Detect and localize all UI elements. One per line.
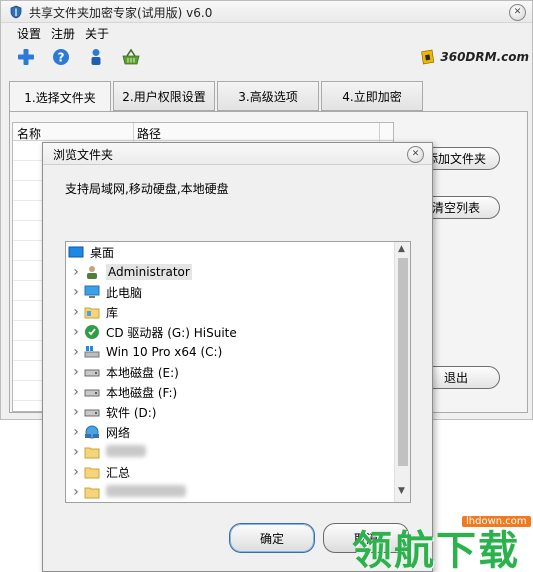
tree-item-label: Administrator [106,264,192,280]
col-separator [133,123,134,141]
library-icon [84,304,100,320]
tab-user-permissions[interactable]: 2.用户权限设置 [113,81,215,111]
chevron-right-icon[interactable]: › [70,424,82,440]
tree-item[interactable]: › Administrator [66,262,396,282]
ok-button[interactable]: 确定 [229,523,315,553]
tree-item-label: 软件 (D:) [106,405,157,420]
tree-item[interactable]: › CD 驱动器 (G:) HiSuite [66,322,396,342]
drive-icon [84,384,100,400]
col-separator [379,123,380,141]
folder-icon [84,444,100,460]
chevron-right-icon[interactable]: › [70,404,82,420]
close-icon: ✕ [513,7,522,17]
tree-item-label: Win 10 Pro x64 (C:) [106,345,223,359]
title-bar: 共享文件夹加密专家(试用版) v6.0 ✕ [1,1,532,23]
network-icon [84,424,100,440]
tree-item[interactable]: › 此电脑 [66,282,396,302]
user-folder-icon [84,264,100,280]
redacted-label [106,484,186,497]
redacted-label [106,444,146,457]
chevron-right-icon[interactable]: › [70,484,82,500]
tree-item[interactable]: › 本地磁盘 (F:) [66,382,396,402]
drive-icon [84,364,100,380]
basket-icon[interactable] [121,47,141,67]
folder-tree[interactable]: ▲ ▼ 桌面 › Administrator › 此电脑 › 库 › CD 驱动器 (G:) H… [65,241,411,503]
tree-item[interactable]: › Win 10 Pro x64 (C:) [66,342,396,362]
dialog-description: 支持局域网,移动硬盘,本地硬盘 [65,182,229,196]
tree-item[interactable]: › 网络 [66,422,396,442]
brand-logo: 360DRM.com [419,46,529,68]
shield-app-icon [10,5,22,19]
tree-root-item[interactable]: 桌面 [66,242,396,262]
tree-scrollbar[interactable]: ▲ ▼ [394,242,410,502]
folder-icon [84,484,100,500]
window-title: 共享文件夹加密专家(试用版) v6.0 [29,6,213,20]
tree-item-label: 本地磁盘 (F:) [106,385,178,400]
menu-bar: 设置 注册 关于 [1,23,532,41]
tree-item[interactable]: › 库 [66,302,396,322]
tree-item-label: 库 [106,305,119,320]
tree-item-label: 桌面 [90,245,115,260]
brand-text: 360DRM.com [440,50,529,64]
tree-item-label: 此电脑 [106,285,143,300]
menu-settings[interactable]: 设置 [17,25,41,42]
tree-item[interactable]: › 汇总 [66,462,396,482]
cd-drive-icon [84,324,100,340]
close-button[interactable]: ✕ [509,4,526,21]
list-header: 名称 路径 [13,123,393,141]
tree-item[interactable]: › [66,442,396,462]
tree-item-label: CD 驱动器 (G:) HiSuite [106,325,237,340]
desktop-icon [68,244,84,260]
tree-item-label [106,444,146,460]
tree-item[interactable]: › [66,482,396,502]
svg-text:?: ? [58,51,65,65]
help-icon[interactable]: ? [51,47,71,67]
chevron-right-icon[interactable]: › [70,464,82,480]
plus-icon[interactable] [16,47,36,67]
folder-icon [84,464,100,480]
dialog-title-bar: 浏览文件夹 ✕ [43,143,432,165]
chevron-right-icon[interactable]: › [70,304,82,320]
scroll-up-icon[interactable]: ▲ [398,244,405,254]
chevron-right-icon[interactable]: › [70,384,82,400]
scroll-down-icon[interactable]: ▼ [398,486,405,496]
user-icon[interactable] [86,47,106,67]
col-path-header[interactable]: 路径 [137,125,161,142]
computer-icon [84,284,100,300]
tab-advanced-options[interactable]: 3.高级选项 [217,81,319,111]
tab-bar: 1.选择文件夹 2.用户权限设置 3.高级选项 4.立即加密 [9,81,424,112]
system-drive-icon [84,344,100,360]
chevron-right-icon[interactable]: › [70,284,82,300]
drm-logo-icon [421,49,435,65]
tree-item[interactable]: › 本地磁盘 (E:) [66,362,396,382]
tree-item-label [106,484,186,500]
chevron-right-icon[interactable]: › [70,324,82,340]
tree-item-label: 网络 [106,425,131,440]
tab-encrypt-now[interactable]: 4.立即加密 [321,81,423,111]
chevron-right-icon[interactable]: › [70,344,82,360]
tree-item[interactable]: › 软件 (D:) [66,402,396,422]
browse-folder-dialog: 浏览文件夹 ✕ 支持局域网,移动硬盘,本地硬盘 ▲ ▼ 桌面 › Administr… [42,142,433,572]
watermark-url: lhdown.com [462,516,531,527]
dialog-title: 浏览文件夹 [53,148,114,162]
close-icon: ✕ [411,149,420,159]
scroll-thumb[interactable] [398,258,408,466]
menu-register[interactable]: 注册 [51,25,75,42]
tree-item-label: 本地磁盘 (E:) [106,365,179,380]
chevron-right-icon[interactable]: › [70,444,82,460]
chevron-right-icon[interactable]: › [70,364,82,380]
menu-about[interactable]: 关于 [85,25,109,42]
chevron-right-icon[interactable]: › [70,264,82,280]
tree-item-label: 汇总 [106,465,131,480]
tab-select-folder[interactable]: 1.选择文件夹 [9,81,111,112]
drive-icon [84,404,100,420]
col-name-header[interactable]: 名称 [17,125,41,142]
dialog-close-button[interactable]: ✕ [407,146,424,163]
